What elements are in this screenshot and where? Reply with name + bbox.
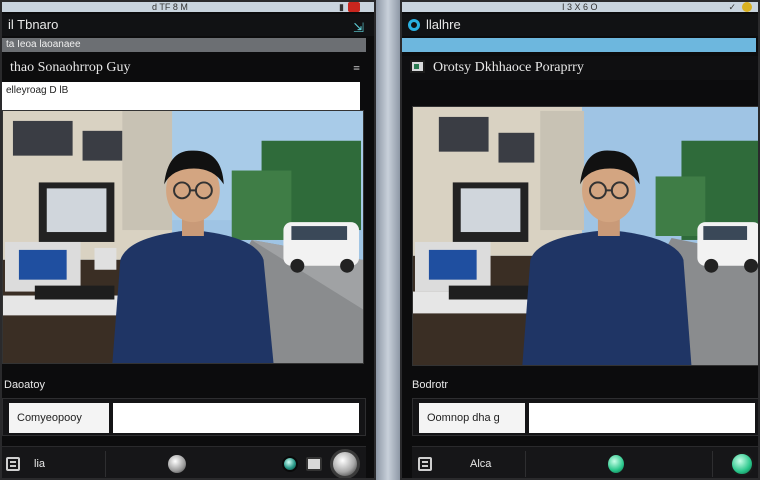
left-window: d TF 8 M ▮ il Tbnaro ⇲ ta Ieoa laoanaee … bbox=[0, 0, 376, 480]
status-text: d TF 8 M bbox=[152, 2, 188, 12]
main-action-button[interactable] bbox=[730, 452, 754, 476]
list-cell[interactable]: lia bbox=[6, 451, 106, 477]
main-action-button[interactable] bbox=[330, 449, 360, 478]
window-title-bar: llalhre bbox=[402, 14, 758, 36]
status-text: I 3 X 6 O bbox=[562, 2, 598, 12]
control-label: Alca bbox=[470, 458, 492, 470]
doc-icon[interactable] bbox=[410, 60, 425, 73]
record-icon[interactable] bbox=[348, 2, 360, 12]
right-window: I 3 X 6 O ✓ llalhre Orotsy Dkhhaoce Pora… bbox=[400, 0, 760, 480]
list-icon bbox=[418, 457, 432, 471]
window-title: llalhre bbox=[426, 17, 461, 32]
status-icon: ✓ bbox=[728, 2, 736, 12]
control-bar: lia bbox=[2, 446, 366, 478]
stream-header: Orotsy Dkhhaoce Poraprry bbox=[402, 56, 758, 80]
stream-header: thao Sonaohrrop Guy ≡ bbox=[2, 56, 374, 80]
knob-button[interactable] bbox=[168, 455, 186, 473]
section-label: Bodrotr bbox=[412, 379, 449, 391]
window-title: il Tbnaro bbox=[8, 17, 59, 32]
sub-toolbar bbox=[402, 38, 756, 52]
field-row: Comyeopooy bbox=[2, 398, 366, 436]
ring-icon bbox=[408, 19, 420, 31]
field-input[interactable] bbox=[529, 403, 755, 433]
window-divider bbox=[376, 0, 400, 480]
window-title-bar: il Tbnaro ⇲ bbox=[2, 14, 374, 36]
control-separator bbox=[712, 451, 713, 477]
video-feed[interactable] bbox=[2, 110, 364, 364]
address-text: elleyroag D lB bbox=[6, 85, 69, 96]
field-input[interactable] bbox=[113, 403, 359, 433]
pip-icon[interactable] bbox=[306, 457, 322, 471]
field-row: Oomnop dha g bbox=[412, 398, 758, 436]
field-label: Comyeopooy bbox=[9, 403, 109, 433]
record-icon[interactable] bbox=[742, 2, 752, 12]
stream-title: Orotsy Dkhhaoce Poraprry bbox=[433, 60, 584, 75]
video-feed[interactable] bbox=[412, 106, 758, 366]
green-toggle-button[interactable] bbox=[608, 455, 624, 473]
control-label: lia bbox=[34, 458, 46, 470]
status-toggle-button[interactable] bbox=[282, 456, 298, 472]
video-frame bbox=[413, 107, 758, 365]
stream-title: thao Sonaohrrop Guy bbox=[10, 60, 131, 75]
cast-icon[interactable]: ⇲ bbox=[353, 17, 364, 36]
control-bar: Alca bbox=[412, 446, 758, 478]
list-icon bbox=[6, 457, 20, 471]
status-bar: d TF 8 M ▮ bbox=[2, 2, 374, 12]
section-label: Daoatoy bbox=[4, 379, 45, 391]
status-bar: I 3 X 6 O ✓ bbox=[402, 2, 758, 12]
menu-icon[interactable]: ≡ bbox=[353, 56, 360, 80]
status-icon: ▮ bbox=[339, 2, 344, 12]
address-field[interactable]: elleyroag D lB bbox=[2, 82, 360, 110]
sub-toolbar: ta Ieoa laoanaee bbox=[2, 38, 366, 52]
sub-toolbar-text: ta Ieoa laoanaee bbox=[6, 39, 81, 50]
list-cell[interactable]: Alca bbox=[416, 451, 526, 477]
video-frame bbox=[3, 111, 363, 363]
field-label: Oomnop dha g bbox=[419, 403, 525, 433]
